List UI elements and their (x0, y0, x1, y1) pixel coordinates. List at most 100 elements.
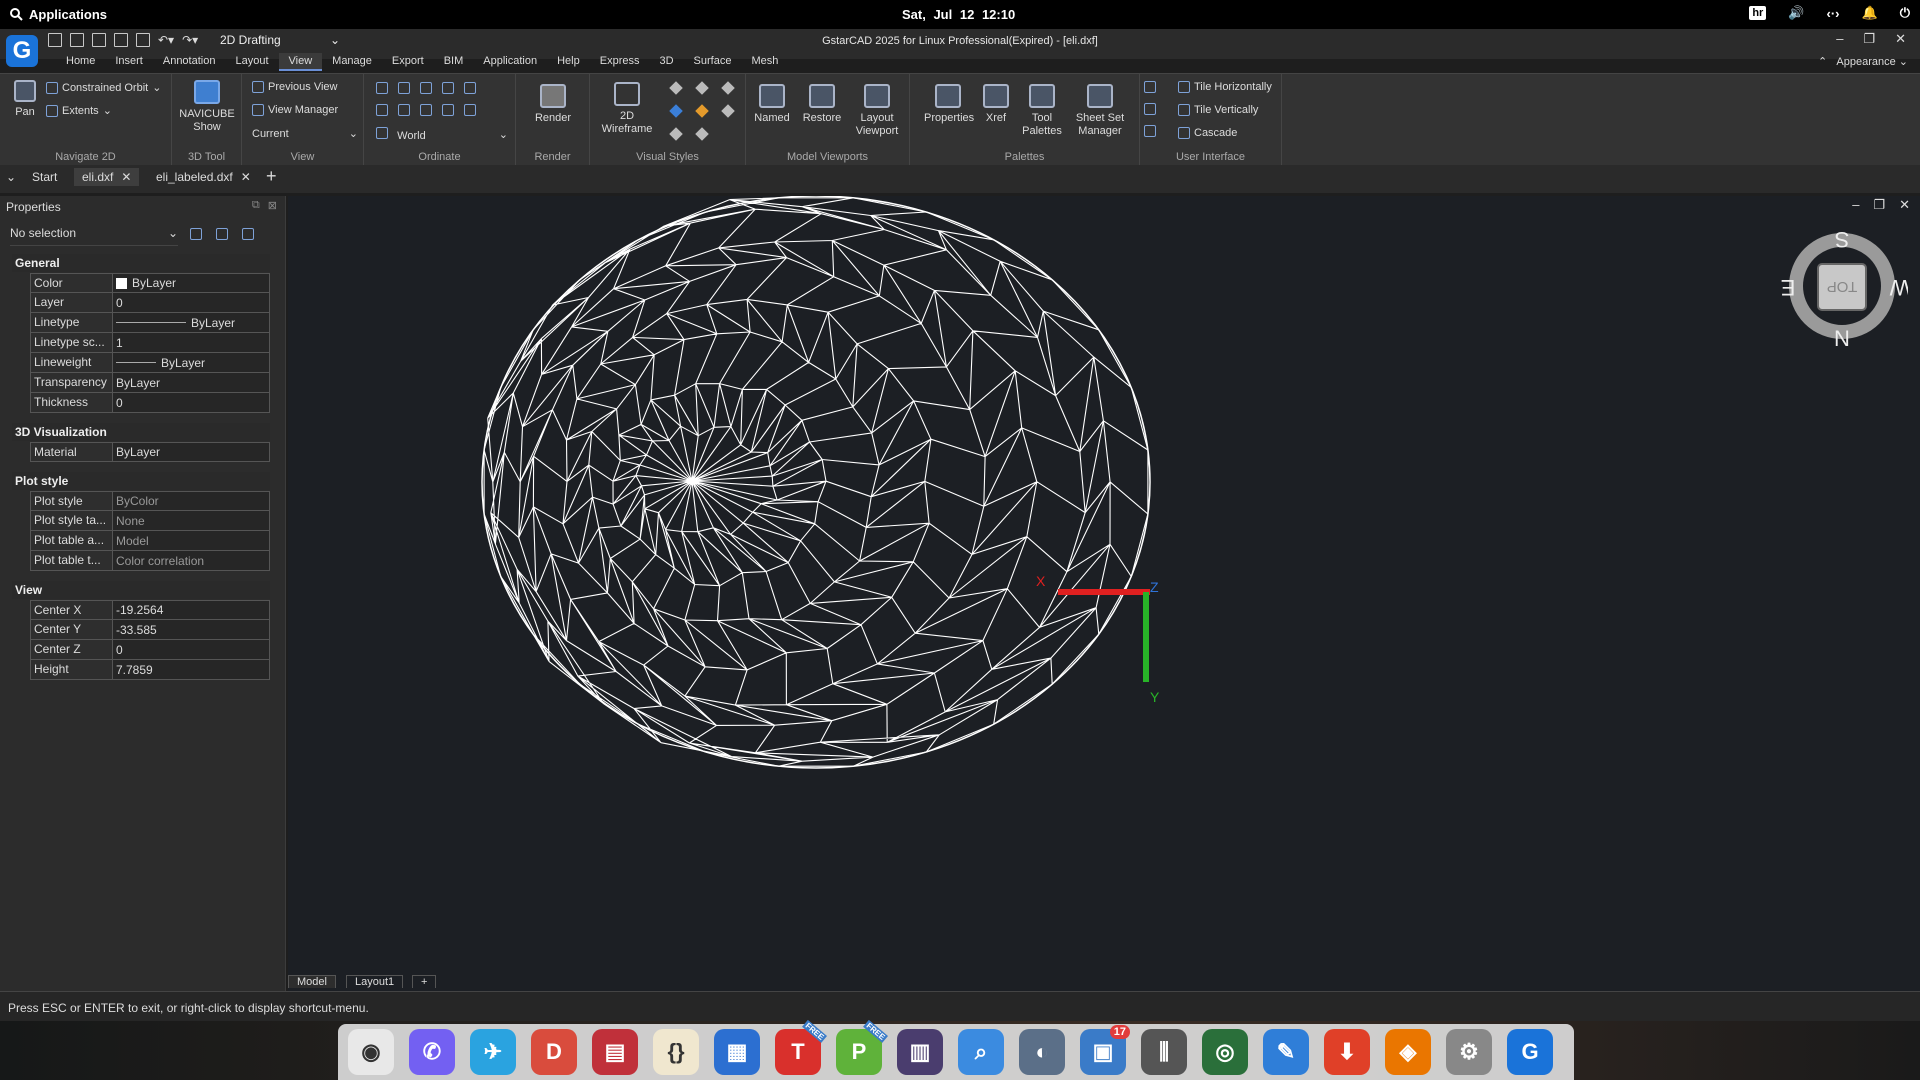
tab-surface[interactable]: Surface (684, 53, 742, 71)
gray-shade-icon[interactable] (669, 127, 683, 141)
ucs-z-icon[interactable] (442, 104, 454, 116)
software-store-icon[interactable]: ▣ 17 (1080, 1025, 1130, 1075)
shaded-icon[interactable] (695, 104, 709, 118)
xref-button[interactable]: Xref (980, 84, 1012, 125)
current-view-dropdown[interactable]: Current ⌄ (252, 127, 358, 141)
search-icon[interactable]: ⌕ (958, 1029, 1004, 1075)
property-row[interactable]: Lineweight ByLayer (30, 353, 270, 373)
property-value[interactable]: 0 (113, 393, 269, 412)
property-row[interactable]: Center Y -33.585 (30, 620, 270, 640)
ucs-3point-icon[interactable] (442, 82, 454, 94)
tab-mesh[interactable]: Mesh (741, 53, 788, 71)
ucs-view-icon[interactable] (464, 82, 476, 94)
switch-window-icon[interactable] (1144, 125, 1156, 137)
selection-dropdown[interactable]: No selection ⌄ (10, 226, 178, 246)
navicube-w-label[interactable]: W (1889, 275, 1908, 300)
panel-pin-icon[interactable]: ⧉ (252, 199, 260, 212)
t-app-icon[interactable]: T FREE (775, 1019, 827, 1075)
settings-icon[interactable]: ⚙ (1446, 1029, 1492, 1075)
new-tab-plus-icon[interactable]: + (266, 166, 277, 187)
tab-export[interactable]: Export (382, 53, 434, 71)
network-icon[interactable]: ‹·› (1827, 6, 1840, 21)
writer-icon[interactable]: ▦ (714, 1029, 760, 1075)
blender-icon[interactable]: ◈ (1385, 1029, 1431, 1075)
constrained-orbit-button[interactable]: Constrained Orbit ⌄ (46, 81, 161, 94)
previous-view-button[interactable]: Previous View (252, 81, 338, 93)
keyboard-layout-indicator[interactable]: hr (1749, 6, 1767, 20)
restore-icon[interactable]: ❐ (1863, 31, 1875, 47)
property-row[interactable]: Plot table a... Model (30, 531, 270, 551)
conceptual-icon[interactable] (669, 104, 683, 118)
pen-icon[interactable]: ✎ (1263, 1029, 1309, 1075)
property-value[interactable]: ByColor (113, 492, 269, 510)
property-row[interactable]: Color ByLayer (30, 273, 270, 293)
ucs-y-icon[interactable] (420, 104, 432, 116)
clock[interactable]: Sat, Jul 12 12:10 (902, 7, 1015, 22)
tab-eli-dxf[interactable]: eli.dxf ✕ (74, 168, 140, 186)
section-general[interactable]: General (12, 254, 270, 272)
property-value[interactable]: ByLayer (113, 353, 269, 372)
tab-layout[interactable]: Layout (225, 53, 278, 71)
tab-view[interactable]: View (278, 53, 323, 71)
viewport-minimize-icon[interactable]: – (1852, 197, 1859, 213)
property-row[interactable]: Transparency ByLayer (30, 373, 270, 393)
tab-eli-labeled-dxf[interactable]: eli_labeled.dxf ✕ (156, 170, 251, 184)
property-row[interactable]: Material ByLayer (30, 442, 270, 462)
property-value[interactable]: ByLayer (113, 274, 269, 292)
applications-menu[interactable]: Applications (10, 7, 107, 22)
property-value[interactable]: ByLayer (113, 313, 269, 332)
property-row[interactable]: Thickness 0 (30, 393, 270, 413)
realistic-icon[interactable] (721, 81, 735, 95)
tool-palettes-button[interactable]: Tool Palettes (1020, 84, 1064, 138)
power-icon[interactable]: ⏻ (1900, 5, 1910, 21)
camera-icon[interactable]: ◎ (1202, 1029, 1248, 1075)
property-value[interactable]: ByLayer (113, 443, 269, 461)
select-objects-icon[interactable] (216, 228, 228, 240)
extents-button[interactable]: Extents ⌄ (46, 104, 112, 117)
property-value[interactable]: 0 (113, 293, 269, 312)
tabs-menu-chevron-icon[interactable]: ⌄ (6, 170, 16, 184)
close-tab-icon[interactable]: ✕ (241, 170, 251, 184)
property-row[interactable]: Center X -19.2564 (30, 600, 270, 620)
property-row[interactable]: Height 7.7859 (30, 660, 270, 680)
view-manager-button[interactable]: View Manager (252, 104, 338, 116)
3d-wireframe-icon[interactable] (669, 81, 683, 95)
tab-home[interactable]: Home (56, 53, 105, 71)
server-icon[interactable]: ▥ (897, 1029, 943, 1075)
telegram-icon[interactable]: ✈ (470, 1029, 516, 1075)
tab-express[interactable]: Express (590, 53, 650, 71)
property-row[interactable]: Plot style ByColor (30, 491, 270, 511)
layout-viewport-button[interactable]: Layout Viewport (850, 84, 904, 138)
grid-icon[interactable] (1144, 103, 1156, 115)
minimize-icon[interactable]: – (1836, 31, 1843, 47)
property-row[interactable]: Linetype sc... 1 (30, 333, 270, 353)
close-tab-icon[interactable]: ✕ (121, 170, 131, 184)
pan-button[interactable]: Pan (8, 80, 42, 119)
tab-3d[interactable]: 3D (649, 53, 683, 71)
property-value[interactable]: -33.585 (113, 620, 269, 639)
section-plot-style[interactable]: Plot style (12, 472, 270, 490)
add-layout-tab[interactable]: + (412, 975, 437, 988)
2d-wireframe-button[interactable]: 2D Wireframe (594, 82, 660, 136)
sheet-set-manager-button[interactable]: Sheet Set Manager (1072, 84, 1128, 138)
navicube-show-button[interactable]: NAVICUBE Show (176, 80, 238, 134)
terminal-icon[interactable]: ▤ (592, 1029, 638, 1075)
property-value[interactable]: ByLayer (113, 373, 269, 392)
visual-style-manager-icon[interactable] (695, 127, 709, 141)
render-button[interactable]: Render (526, 84, 580, 125)
tab-bim[interactable]: BIM (434, 53, 474, 71)
ucs-zoom-icon[interactable] (398, 104, 410, 116)
ucs-named-icon[interactable] (376, 104, 388, 116)
tab-model[interactable]: Model (288, 975, 336, 988)
restore-viewports-button[interactable]: Restore (800, 84, 844, 125)
tile-vertically-button[interactable]: Tile Vertically (1178, 104, 1258, 116)
chrome-icon[interactable]: ◉ (348, 1029, 394, 1075)
hidden-icon[interactable] (695, 81, 709, 95)
tab-application[interactable]: Application (473, 53, 547, 71)
property-row[interactable]: Plot table t... Color correlation (30, 551, 270, 571)
gstarcad-icon[interactable]: G (1507, 1029, 1553, 1075)
ucs-origin-icon[interactable] (398, 82, 410, 94)
ucs-icon[interactable] (376, 82, 388, 94)
toggle-icon[interactable]: ◐ (1019, 1029, 1065, 1075)
mixer-icon[interactable]: ⫼ (1141, 1029, 1187, 1075)
